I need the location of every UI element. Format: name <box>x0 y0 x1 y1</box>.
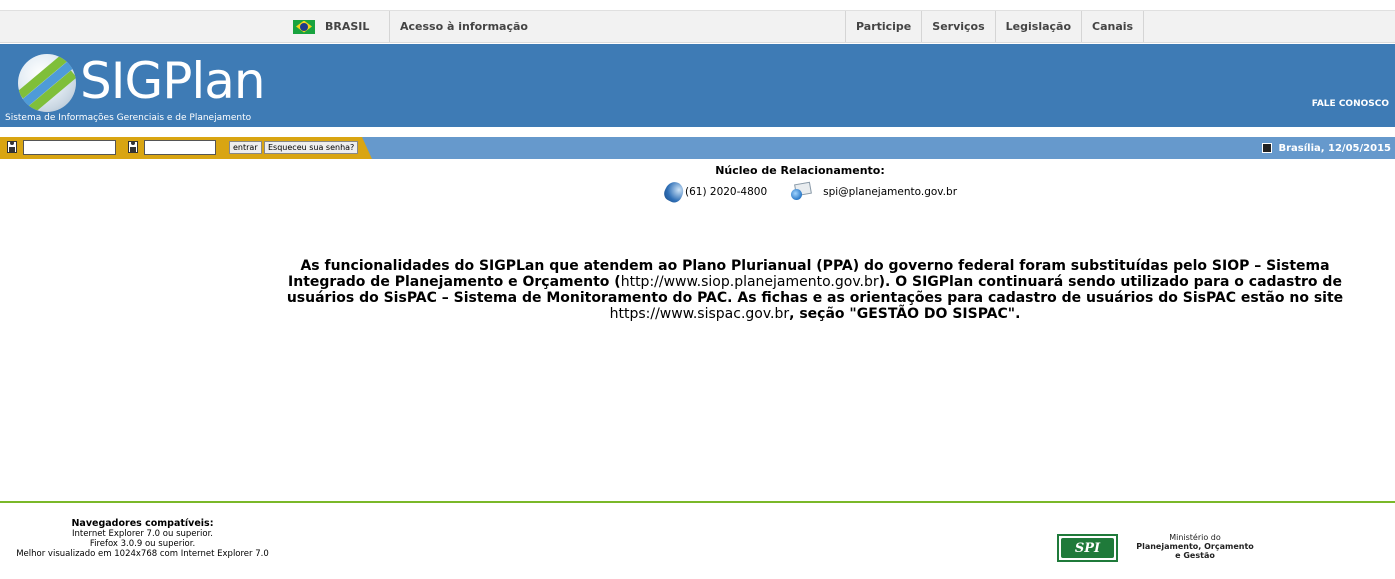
browser-line-firefox: Firefox 3.0.9 ou superior. <box>89 539 196 549</box>
spi-logo-text: SPI <box>1061 538 1114 558</box>
fale-conosco-link[interactable]: FALE CONOSCO <box>1312 99 1389 109</box>
acesso-informacao-link[interactable]: Acesso à informação <box>400 11 528 42</box>
footer-divider <box>0 501 1395 503</box>
login-bar: entrar Esqueceu sua senha? Brasília, 12/… <box>0 137 1395 159</box>
password-input[interactable] <box>144 140 216 155</box>
legislacao-link[interactable]: Legislação <box>994 11 1081 42</box>
siop-link[interactable]: http://www.siop.planejamento.gov.br <box>621 274 879 290</box>
calendar-icon <box>1262 143 1273 153</box>
forgot-password-button[interactable]: Esqueceu sua senha? <box>264 141 359 154</box>
browser-line-resolution: Melhor visualizado em 1024x768 com Inter… <box>16 549 269 559</box>
brazil-flag-icon <box>293 19 315 34</box>
contact-email[interactable]: spi@planejamento.gov.br <box>823 186 957 198</box>
gov-top-bar: BRASIL Acesso à informação Participe Ser… <box>0 10 1395 43</box>
username-input[interactable] <box>23 140 116 155</box>
user-icon <box>7 141 17 153</box>
browsers-title: Navegadores compatíveis: <box>71 518 214 529</box>
canais-link[interactable]: Canais <box>1081 11 1145 42</box>
site-logo-text[interactable]: SIGPlan <box>80 56 266 106</box>
ministerio-line2: Planejamento, Orçamento <box>1136 542 1254 551</box>
brasil-link[interactable]: BRASIL <box>283 11 390 42</box>
contact-row: (61) 2020-4800 spi@planejamento.gov.br <box>661 179 957 205</box>
site-subtitle: Sistema de Informações Gerenciais e de P… <box>5 113 252 123</box>
login-box: entrar Esqueceu sua senha? <box>0 137 372 159</box>
notice-message: As funcionalidades do SIGPLan que atende… <box>270 258 1360 322</box>
date-text: Brasília, 12/05/2015 <box>1278 142 1391 154</box>
contact-title: Núcleo de Relacionamento: <box>715 164 885 177</box>
date-display: Brasília, 12/05/2015 <box>1262 137 1395 159</box>
ministerio-logo: Ministério do Planejamento, Orçamento e … <box>1130 533 1260 560</box>
spi-logo[interactable]: SPI <box>1057 534 1118 562</box>
site-header: SIGPlan Sistema de Informações Gerenciai… <box>0 44 1395 127</box>
servicos-link[interactable]: Serviços <box>921 11 994 42</box>
brasil-label: BRASIL <box>325 20 370 33</box>
entrar-button[interactable]: entrar <box>229 141 262 154</box>
email-icon <box>791 181 813 201</box>
phone-icon <box>661 179 687 205</box>
sispac-link[interactable]: https://www.sispac.gov.br <box>610 306 790 322</box>
ministerio-line1: Ministério do <box>1169 533 1221 542</box>
gov-nav-links: Participe Serviços Legislação Canais <box>845 11 1145 42</box>
contact-phone: (61) 2020-4800 <box>685 186 768 198</box>
sigplan-logo-icon[interactable] <box>18 54 76 112</box>
participe-link[interactable]: Participe <box>845 11 921 42</box>
compatible-browsers: Navegadores compatíveis: Internet Explor… <box>0 518 285 560</box>
lock-icon <box>128 141 138 153</box>
ministerio-line3: e Gestão <box>1175 551 1215 560</box>
notice-part3: , seção "GESTÃO DO SISPAC". <box>789 306 1021 322</box>
browser-line-ie: Internet Explorer 7.0 ou superior. <box>72 529 213 539</box>
